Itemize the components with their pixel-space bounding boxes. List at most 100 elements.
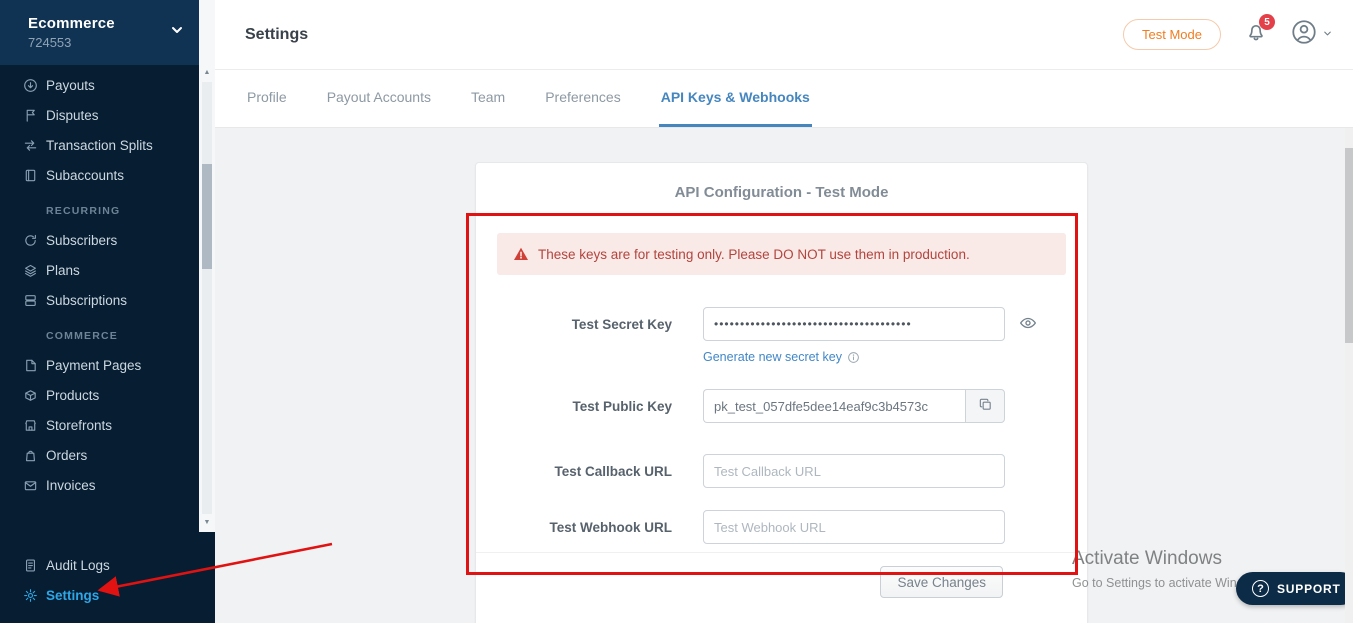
callback-url-label: Test Callback URL [476,464,672,479]
api-keys-form: Test Secret Key Generate new secret key [476,307,1087,544]
webhook-url-label: Test Webhook URL [476,520,672,535]
orders-icon [23,448,38,463]
subscriptions-icon [23,293,38,308]
generate-secret-link[interactable]: Generate new secret key [703,350,842,364]
account-menu-button[interactable] [1291,19,1333,50]
payment-pages-icon [23,358,38,373]
sidebar-nav: Payouts Disputes Transaction Splits Suba… [0,70,199,532]
sidebar-item-label: Subscribers [46,233,117,248]
sidebar: Ecommerce 724553 Payouts Disputes Transa… [0,0,215,623]
scroll-up-icon[interactable]: ▲ [199,66,215,80]
warning-icon [513,246,529,262]
warning-text: These keys are for testing only. Please … [538,247,970,262]
notifications-button[interactable]: 5 [1245,21,1267,48]
support-button[interactable]: ? SUPPORT [1236,572,1353,605]
card-footer: Save Changes [476,552,1087,611]
sidebar-item-label: Settings [46,588,99,603]
sidebar-item-label: Subaccounts [46,168,124,183]
topbar: Settings Test Mode 5 [215,0,1353,70]
secret-key-label: Test Secret Key [476,317,672,332]
sidebar-item-payouts[interactable]: Payouts [0,70,199,100]
tab-payout-accounts[interactable]: Payout Accounts [325,70,433,127]
audit-logs-icon [23,558,38,573]
sidebar-item-audit-logs[interactable]: Audit Logs [0,550,199,580]
api-configuration-card: API Configuration - Test Mode These keys… [475,162,1088,623]
sidebar-item-label: Subscriptions [46,293,127,308]
sidebar-scrollbar-track[interactable] [202,82,212,514]
business-switcher[interactable]: Ecommerce 724553 [0,0,199,65]
reveal-secret-button[interactable] [1019,314,1037,335]
test-keys-warning: These keys are for testing only. Please … [497,233,1066,275]
secret-key-input[interactable] [703,307,1005,341]
sidebar-item-label: Storefronts [46,418,112,433]
eye-icon [1019,314,1037,335]
sidebar-item-products[interactable]: Products [0,380,199,410]
secret-key-row: Test Secret Key [476,307,1087,341]
page-title: Settings [245,26,308,44]
tab-preferences[interactable]: Preferences [543,70,622,127]
page-scrollbar-thumb[interactable] [1345,148,1353,343]
topbar-actions: Test Mode 5 [1123,19,1333,50]
public-key-label: Test Public Key [476,399,672,414]
support-label: SUPPORT [1277,582,1341,596]
storefronts-icon [23,418,38,433]
sidebar-item-settings[interactable]: Settings [0,580,199,610]
settings-icon [23,588,38,603]
sidebar-item-label: Payouts [46,78,95,93]
sidebar-item-invoices[interactable]: Invoices [0,470,199,500]
info-icon[interactable] [847,351,860,364]
page-scrollbar[interactable] [1345,128,1353,623]
sidebar-item-disputes[interactable]: Disputes [0,100,199,130]
sidebar-item-payment-pages[interactable]: Payment Pages [0,350,199,380]
sidebar-item-transaction-splits[interactable]: Transaction Splits [0,130,199,160]
subaccounts-icon [23,168,38,183]
products-icon [23,388,38,403]
sidebar-item-subscriptions[interactable]: Subscriptions [0,285,199,315]
generate-secret-row: Generate new secret key [703,350,1087,364]
public-key-row: Test Public Key [476,389,1087,423]
chevron-down-icon [1322,26,1333,44]
payouts-icon [23,78,38,93]
copy-icon [978,397,993,415]
sidebar-section-commerce: COMMERCE [46,330,199,342]
main-area: Settings Test Mode 5 [215,0,1353,623]
sidebar-item-label: Transaction Splits [46,138,153,153]
webhook-url-input[interactable] [703,510,1005,544]
plans-icon [23,263,38,278]
question-icon: ? [1252,580,1269,597]
avatar-icon [1291,19,1317,50]
sidebar-bottom: Audit Logs Settings [0,550,199,610]
tab-profile[interactable]: Profile [245,70,289,127]
public-key-group [703,389,1005,423]
tab-api-keys-webhooks[interactable]: API Keys & Webhooks [659,70,812,127]
public-key-input[interactable] [703,389,965,423]
sidebar-item-subscribers[interactable]: Subscribers [0,225,199,255]
sidebar-item-plans[interactable]: Plans [0,255,199,285]
sidebar-item-label: Invoices [46,478,96,493]
sidebar-scrollbar[interactable]: ▲ ▼ [199,0,215,532]
bell-icon [1245,30,1267,47]
callback-url-row: Test Callback URL [476,454,1087,488]
sidebar-scrollbar-thumb[interactable] [202,164,212,269]
tab-team[interactable]: Team [469,70,507,127]
sidebar-item-label: Disputes [46,108,99,123]
sidebar-item-label: Audit Logs [46,558,110,573]
chevron-down-icon [169,22,185,43]
disputes-icon [23,108,38,123]
business-switcher-text: Ecommerce 724553 [28,15,115,50]
save-changes-button[interactable]: Save Changes [880,566,1003,598]
sidebar-item-label: Orders [46,448,87,463]
sidebar-item-label: Products [46,388,99,403]
sidebar-item-label: Payment Pages [46,358,141,373]
sidebar-item-label: Plans [46,263,80,278]
sidebar-item-orders[interactable]: Orders [0,440,199,470]
scroll-down-icon[interactable]: ▼ [199,516,215,530]
notification-count-badge: 5 [1259,14,1275,30]
callback-url-input[interactable] [703,454,1005,488]
test-mode-badge: Test Mode [1123,19,1221,50]
sidebar-item-subaccounts[interactable]: Subaccounts [0,160,199,190]
business-name: Ecommerce [28,15,115,32]
sidebar-item-storefronts[interactable]: Storefronts [0,410,199,440]
settings-tabs: Profile Payout Accounts Team Preferences… [215,70,1353,128]
copy-public-key-button[interactable] [965,389,1005,423]
